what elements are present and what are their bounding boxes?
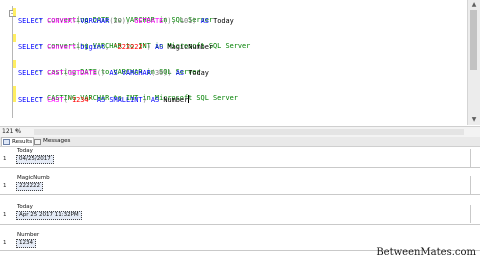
sql-keyword: VARCHAR: [80, 17, 110, 25]
sql-string: '222222': [113, 43, 147, 51]
sql-identifier: Number: [159, 96, 189, 104]
grid-edge: [470, 149, 471, 167]
editor-vertical-scrollbar[interactable]: ▲ ▼: [467, 0, 480, 125]
grid-cell[interactable]: 04/25/2017: [16, 155, 54, 164]
sql-keyword: AS: [96, 96, 106, 104]
sql-function: CAST: [47, 69, 64, 77]
editor-horizontal-scrollbar[interactable]: [34, 129, 464, 135]
change-marker: [13, 86, 16, 102]
change-marker: [13, 60, 16, 68]
tab-results-label: Results: [12, 138, 33, 145]
row-number[interactable]: 1: [3, 212, 7, 218]
code-line: SELECT CAST('1234' AS SMALLINT) AS Numbe…: [18, 95, 190, 104]
sql-function: GETDATE: [134, 17, 164, 25]
sql-keyword: SELECT: [18, 96, 43, 104]
text-caret: [188, 95, 190, 103]
zoom-bar: 121 % ▾: [0, 126, 480, 137]
grid-edge: [470, 176, 471, 194]
tab-messages-label: Messages: [43, 138, 71, 144]
sql-keyword: AS: [200, 17, 209, 25]
messages-icon: [34, 138, 41, 145]
result-grid[interactable]: Today 1 04/25/2017: [0, 148, 480, 164]
sql-punct: ): [146, 43, 155, 51]
change-marker: [13, 34, 16, 42]
scroll-down-arrow-icon[interactable]: ▼: [470, 116, 478, 124]
row-number[interactable]: 1: [3, 183, 7, 189]
sql-function: Convert: [47, 43, 77, 51]
result-grid[interactable]: Number 1 1234: [0, 232, 480, 248]
grid-separator: [0, 224, 480, 225]
sql-function: CONVERT: [47, 17, 77, 25]
column-header[interactable]: Today: [16, 204, 33, 211]
results-pane: Today 1 04/25/2017 MagicNumb 1 222222 To…: [0, 147, 480, 259]
code-line: SELECT CAST(GETDATE() AS VARCHAR(30)) AS…: [18, 69, 209, 77]
zoom-level[interactable]: 121 %: [2, 128, 21, 135]
sql-punct: (), 101): [163, 17, 201, 25]
grid-cell[interactable]: 1234: [16, 239, 36, 248]
result-grid[interactable]: Today 1 Apr 25 2017 11:32PM: [0, 204, 480, 220]
sql-string: '1234': [67, 96, 93, 104]
grid-cell[interactable]: Apr 25 2017 11:32PM: [16, 211, 82, 220]
sql-function: GETDATE: [67, 69, 97, 77]
tab-results[interactable]: Results: [1, 137, 34, 146]
scroll-up-arrow-icon[interactable]: ▲: [470, 1, 478, 9]
sql-keyword: SMALLINT: [109, 96, 143, 104]
change-marker: [13, 8, 16, 16]
column-header[interactable]: MagicNumb: [16, 175, 50, 182]
sql-punct: (20),: [109, 17, 135, 25]
sql-keyword: VARCHAR: [121, 69, 151, 77]
sql-keyword: SELECT: [18, 43, 43, 51]
scrollbar-thumb[interactable]: [470, 10, 477, 70]
sql-punct: ): [142, 96, 151, 104]
grid-separator: [0, 167, 480, 168]
grid-cell[interactable]: 222222: [16, 182, 43, 191]
row-number[interactable]: 1: [3, 240, 7, 246]
sql-keyword: SELECT: [18, 69, 43, 77]
query-editor[interactable]: − -- converting DATE to VARCHAR in SQL S…: [0, 0, 480, 125]
sql-function: CAST: [47, 96, 64, 104]
result-grid[interactable]: MagicNumb 1 222222: [0, 175, 480, 191]
grid-edge: [470, 205, 471, 223]
sql-punct: (30)): [150, 69, 176, 77]
sql-keyword: AS: [109, 69, 118, 77]
chevron-down-icon[interactable]: ▾: [15, 128, 18, 134]
watermark: BetweenMates.com: [376, 247, 476, 258]
code-line: SELECT CONVERT(VARCHAR(20), GETDATE(), 1…: [18, 17, 234, 25]
sql-identifier: Today: [208, 17, 234, 25]
grid-separator: [0, 194, 480, 195]
tab-messages[interactable]: Messages: [33, 137, 74, 146]
column-header[interactable]: Number: [16, 232, 39, 239]
column-header[interactable]: Today: [16, 148, 33, 155]
grid-icon: [3, 139, 10, 145]
sql-keyword: SELECT: [18, 17, 43, 25]
sql-identifier: MagicNumber: [163, 43, 214, 51]
sql-punct: (): [96, 69, 110, 77]
sql-keyword: bigint: [80, 43, 106, 51]
sql-keyword: AS: [150, 96, 160, 104]
sql-keyword: AS: [175, 69, 185, 77]
results-tab-strip: Results Messages: [0, 137, 480, 147]
code-line: SELECT Convert(bigint, '222222') AS Magi…: [18, 43, 213, 51]
row-number[interactable]: 1: [3, 156, 7, 162]
sql-identifier: Today: [184, 69, 209, 77]
